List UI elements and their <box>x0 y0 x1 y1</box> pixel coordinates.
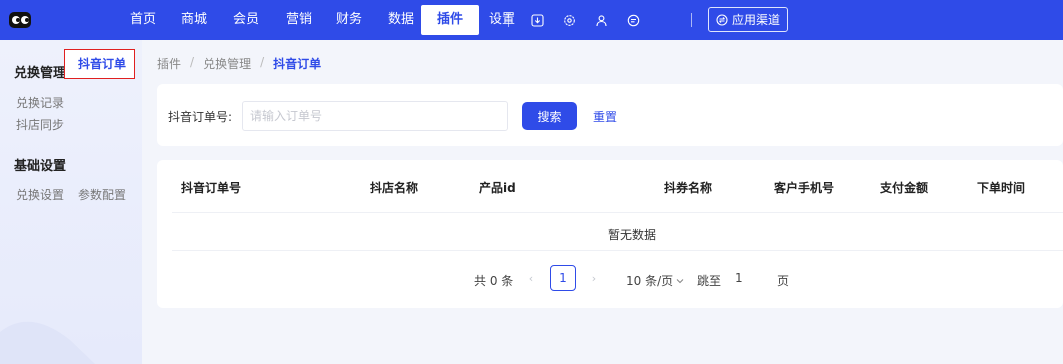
sidebar-item-label: 抖音订单 <box>78 57 127 71</box>
reset-button[interactable]: 重置 <box>593 108 617 125</box>
breadcrumb-item[interactable]: 兑换管理 <box>203 55 251 72</box>
column-header-order-number: 抖音订单号 <box>181 181 242 195</box>
nav-item-mall[interactable]: 商城 <box>181 0 211 40</box>
order-number-input[interactable] <box>242 101 508 131</box>
table-empty-text: 暂无数据 <box>608 228 657 242</box>
toolbar-divider <box>691 13 692 27</box>
table-bottom-divider <box>172 250 1063 251</box>
search-button[interactable]: 搜索 <box>522 102 577 130</box>
column-header-order-time: 下单时间 <box>977 181 1026 195</box>
pagination-total: 共 0 条 <box>474 274 514 288</box>
breadcrumb-item[interactable]: 插件 <box>157 55 181 72</box>
column-header-customer-phone: 客户手机号 <box>774 181 835 195</box>
nav-item-member[interactable]: 会员 <box>233 0 263 40</box>
channel-button-label: 应用渠道 <box>732 13 781 27</box>
settings-icon[interactable] <box>562 13 576 27</box>
nav-item-data[interactable]: 数据 <box>388 0 418 40</box>
pagination-current-page[interactable]: 1 <box>550 265 576 291</box>
jump-page-input[interactable]: 1 <box>726 266 766 290</box>
user-icon[interactable] <box>594 13 608 27</box>
nav-item-settings[interactable]: 设置 <box>489 0 519 40</box>
sidebar-item-param-config[interactable]: 参数配置 <box>78 186 126 203</box>
column-header-pay-amount: 支付金额 <box>880 181 929 195</box>
next-page-icon[interactable]: › <box>586 270 602 286</box>
prev-page-icon[interactable]: ‹ <box>523 270 539 286</box>
nav-item-plugins[interactable]: 插件 <box>421 5 479 35</box>
breadcrumb-current: 抖音订单 <box>273 57 322 71</box>
message-icon[interactable] <box>626 13 640 27</box>
column-header-product-id: 产品id <box>479 181 516 195</box>
breadcrumb: 插件 / 兑换管理 / 抖音订单 <box>157 55 321 72</box>
page-size-value: 10 条/页 <box>626 274 674 288</box>
sidebar-item-exchange-records[interactable]: 兑换记录 <box>16 94 64 111</box>
nav-item-home[interactable]: 首页 <box>130 0 160 40</box>
toolbar-divider <box>508 13 509 27</box>
app-logo[interactable] <box>0 0 40 40</box>
column-header-store-name: 抖店名称 <box>370 181 419 195</box>
order-number-label: 抖音订单号: <box>168 110 233 124</box>
logo-eyes-icon <box>9 12 31 28</box>
channel-icon <box>716 13 728 26</box>
breadcrumb-separator: / <box>260 55 265 69</box>
page-size-select[interactable]: 10 条/页 <box>626 272 684 289</box>
sidebar-section-basic-settings: 基础设置 <box>14 159 67 174</box>
sidebar-item-store-sync[interactable]: 抖店同步 <box>16 116 64 133</box>
column-header-coupon-name: 抖券名称 <box>664 181 713 195</box>
chevron-down-icon <box>676 278 684 283</box>
download-icon[interactable] <box>530 13 544 27</box>
sidebar-section-exchange: 兑换管理 <box>14 66 67 81</box>
breadcrumb-separator: / <box>190 55 195 69</box>
app-channel-button[interactable]: 应用渠道 <box>708 7 789 32</box>
sidebar-item-douyin-orders[interactable]: 抖音订单 <box>64 49 135 79</box>
jump-label: 跳至 <box>697 274 722 288</box>
page-unit-label: 页 <box>777 274 790 288</box>
nav-item-marketing[interactable]: 营销 <box>286 0 316 40</box>
sidebar-item-exchange-settings[interactable]: 兑换设置 <box>16 186 64 203</box>
table-header-divider <box>172 212 1063 213</box>
nav-item-finance[interactable]: 财务 <box>336 0 366 40</box>
